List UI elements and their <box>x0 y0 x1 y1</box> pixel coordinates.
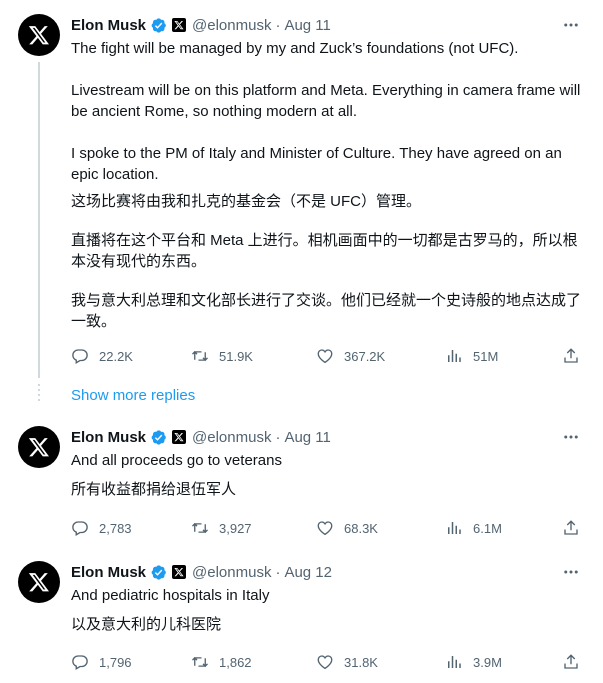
retweet-icon <box>192 522 208 534</box>
retweet-button[interactable]: 1,862 <box>191 653 252 671</box>
more-button[interactable] <box>559 15 583 35</box>
author-name[interactable]: Elon Musk <box>71 564 146 581</box>
separator-dot: · <box>275 428 281 446</box>
author-handle[interactable]: @elonmusk <box>192 17 271 34</box>
x-logo-icon <box>28 438 49 457</box>
like-button[interactable]: 367.2K <box>316 347 385 365</box>
tweet-text: The fight will be managed by my and Zuck… <box>71 38 586 332</box>
like-button[interactable]: 31.8K <box>316 653 378 671</box>
reply-icon <box>72 349 88 364</box>
like-count: 367.2K <box>344 348 386 364</box>
show-more-replies-link[interactable]: Show more replies <box>71 387 195 404</box>
like-count: 68.3K <box>344 520 378 536</box>
reply-button[interactable]: 1,796 <box>71 653 132 671</box>
x-logo-icon <box>28 26 49 45</box>
tweet-text: And pediatric hospitals in Italy 以及意大利的儿… <box>71 585 586 635</box>
separator-dot: · <box>275 16 281 34</box>
tweet-text-line: Livestream will be on this platform and … <box>71 82 581 120</box>
reply-icon <box>72 655 88 670</box>
retweet-count: 51.9K <box>219 348 253 364</box>
tweet-text-line-cn: 以及意大利的儿科医院 <box>71 616 222 633</box>
more-horizontal-icon <box>564 435 578 439</box>
reply-button[interactable]: 2,783 <box>71 519 132 537</box>
reply-button[interactable]: 22.2K <box>71 347 133 365</box>
retweet-icon <box>192 350 208 362</box>
like-count: 31.8K <box>344 654 378 670</box>
tweet-actions: 2,783 3,927 68.3K 6.1M <box>71 519 591 539</box>
heart-icon <box>317 655 333 670</box>
tweet-text-line-cn: 直播将在这个平台和 Meta 上进行。相机画面中的一切都是古罗马的，所以根本没有… <box>71 232 578 270</box>
tweet-actions: 22.2K 51.9K 367.2K 51M <box>71 347 591 367</box>
verified-badge-icon <box>151 429 166 445</box>
retweet-button[interactable]: 3,927 <box>191 519 252 537</box>
heart-icon <box>317 521 333 536</box>
more-button[interactable] <box>559 562 583 582</box>
reply-count: 2,783 <box>99 520 132 536</box>
like-button[interactable]: 68.3K <box>316 519 378 537</box>
more-horizontal-icon <box>564 23 578 27</box>
tweet-3[interactable]: Elon Musk @elonmusk · Aug 12 And pediatr… <box>0 553 603 683</box>
share-button[interactable] <box>562 519 580 537</box>
tweet-1[interactable]: Elon Musk @elonmusk · Aug 11 The fight w… <box>0 0 603 400</box>
views-button[interactable]: 6.1M <box>445 519 502 537</box>
tweet-actions: 1,796 1,862 31.8K 3.9M <box>71 653 591 673</box>
tweet-header: Elon Musk @elonmusk · Aug 12 <box>71 562 332 582</box>
views-count: 51M <box>473 348 499 364</box>
avatar[interactable] <box>18 561 60 603</box>
author-handle[interactable]: @elonmusk <box>192 429 271 446</box>
tweet-text-line-cn: 我与意大利总理和文化部长进行了交谈。他们已经就一个史诗般的地点达成了一致。 <box>71 292 582 330</box>
tweet-date[interactable]: Aug 11 <box>284 17 330 34</box>
heart-icon <box>317 349 333 364</box>
tweet-date[interactable]: Aug 12 <box>284 564 332 581</box>
views-count: 6.1M <box>473 520 502 536</box>
tweet-text-line: And all proceeds go to veterans <box>71 452 282 469</box>
x-logo-icon <box>28 573 49 592</box>
avatar[interactable] <box>18 14 60 56</box>
views-button[interactable]: 51M <box>445 347 498 365</box>
tweet-text-line-cn: 所有收益都捐给退伍军人 <box>71 481 237 498</box>
more-button[interactable] <box>559 427 583 447</box>
author-handle[interactable]: @elonmusk <box>192 564 271 581</box>
tweet-header: Elon Musk @elonmusk · Aug 11 <box>71 15 331 35</box>
retweet-icon <box>192 656 208 668</box>
retweet-count: 3,927 <box>219 520 252 536</box>
reply-count: 1,796 <box>99 654 132 670</box>
retweet-count: 1,862 <box>219 654 252 670</box>
verified-badge-icon <box>151 564 166 580</box>
tweet-header: Elon Musk @elonmusk · Aug 11 <box>71 427 331 447</box>
tweet-text: And all proceeds go to veterans 所有收益都捐给退… <box>71 450 586 500</box>
views-button[interactable]: 3.9M <box>445 653 502 671</box>
verified-badge-icon <box>151 17 166 33</box>
x-affiliate-badge-icon <box>172 18 187 32</box>
separator-dot: · <box>275 563 281 581</box>
views-chart-icon <box>448 350 461 362</box>
tweet-text-line: And pediatric hospitals in Italy <box>71 587 270 604</box>
tweet-text-line: The fight will be managed by my and Zuck… <box>71 40 519 57</box>
share-icon <box>564 520 578 535</box>
author-name[interactable]: Elon Musk <box>71 429 146 446</box>
share-icon <box>564 348 578 363</box>
tweet-2[interactable]: Elon Musk @elonmusk · Aug 11 And all pro… <box>0 418 603 550</box>
avatar[interactable] <box>18 426 60 468</box>
share-button[interactable] <box>562 347 580 365</box>
x-affiliate-badge-icon <box>172 565 187 579</box>
x-affiliate-badge-icon <box>172 430 187 444</box>
tweet-date[interactable]: Aug 11 <box>284 429 330 446</box>
tweet-text-line: I spoke to the PM of Italy and Minister … <box>71 145 562 183</box>
share-button[interactable] <box>562 653 580 671</box>
author-name[interactable]: Elon Musk <box>71 17 146 34</box>
reply-icon <box>72 521 88 536</box>
views-chart-icon <box>448 522 461 534</box>
tweet-text-line-cn: 这场比赛将由我和扎克的基金会（不是 UFC）管理。 <box>71 193 421 210</box>
views-chart-icon <box>448 656 461 668</box>
more-horizontal-icon <box>564 570 578 574</box>
share-icon <box>564 654 578 669</box>
retweet-button[interactable]: 51.9K <box>191 347 253 365</box>
views-count: 3.9M <box>473 654 502 670</box>
reply-count: 22.2K <box>99 348 133 364</box>
